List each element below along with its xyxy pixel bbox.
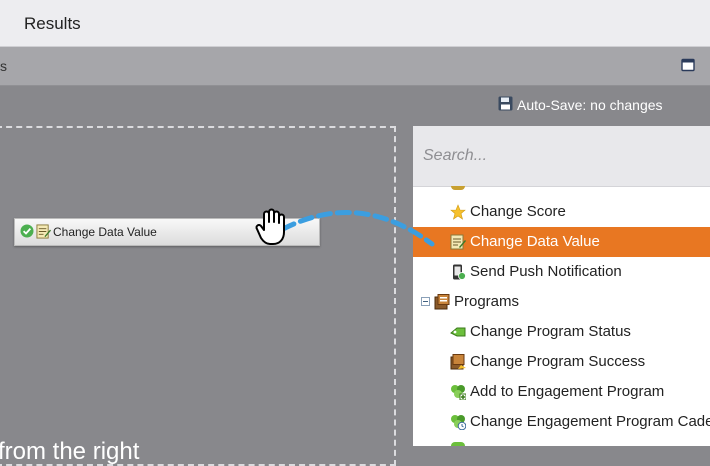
drag-connector-line (280, 210, 435, 247)
hand-cursor-icon (255, 208, 295, 253)
